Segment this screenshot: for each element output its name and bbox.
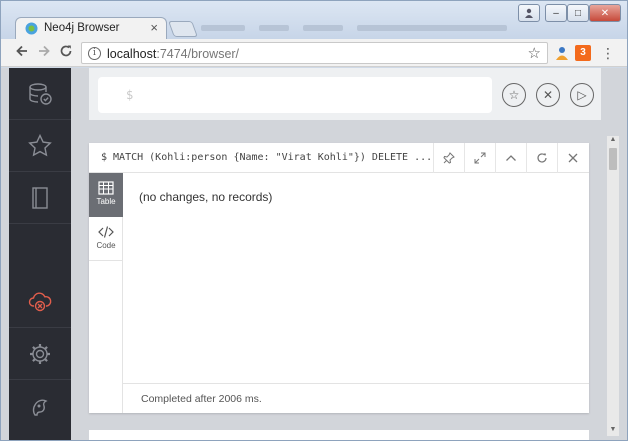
browser-window: Neo4j Browser × – □ ✕ i localhost:7474/b… xyxy=(0,0,628,441)
chevron-up-icon xyxy=(506,155,516,161)
extension-person-icon[interactable] xyxy=(554,45,570,61)
neo4j-app: $ ☆ ✕ ▷ $ MATCH (Kohli:person {Name: "Vi… xyxy=(1,68,627,440)
maximize-button[interactable]: □ xyxy=(567,4,589,22)
close-window-button[interactable]: ✕ xyxy=(589,4,621,22)
minimize-button[interactable]: – xyxy=(545,4,567,22)
sidebar-item-connection[interactable] xyxy=(9,276,71,328)
bookmark-star-icon[interactable]: ☆ xyxy=(528,44,541,62)
tab-code-label: Code xyxy=(96,241,116,250)
arrow-right-icon xyxy=(39,45,50,57)
url-host: localhost xyxy=(107,47,157,61)
address-bar[interactable]: i localhost:7474/browser/ ☆ xyxy=(81,42,548,64)
clear-editor-button[interactable]: ✕ xyxy=(536,83,560,107)
documents-book-icon xyxy=(32,186,48,209)
frame-status-bar: Completed after 2006 ms. xyxy=(123,383,589,413)
run-query-button[interactable]: ▷ xyxy=(570,83,594,107)
next-frame-edge xyxy=(89,430,589,440)
scroll-down-arrow-icon[interactable]: ▼ xyxy=(607,426,619,436)
url-text: localhost:7474/browser/ xyxy=(107,47,239,61)
expand-icon xyxy=(474,152,486,164)
result-message: (no changes, no records) xyxy=(139,190,273,204)
pin-icon xyxy=(443,152,455,164)
blurred-background-tabs xyxy=(201,23,531,33)
stream-scrollbar[interactable]: ▲ ▼ xyxy=(607,136,619,436)
favorite-query-button[interactable]: ☆ xyxy=(502,83,526,107)
pin-frame-button[interactable] xyxy=(433,143,464,173)
sidebar-item-database[interactable] xyxy=(9,68,71,120)
back-button[interactable] xyxy=(13,44,31,62)
about-neo4j-icon xyxy=(32,399,48,416)
sidebar-item-favorites[interactable] xyxy=(9,120,71,172)
sidebar-item-settings[interactable] xyxy=(9,328,71,380)
code-icon xyxy=(98,226,114,238)
new-tab-button[interactable] xyxy=(168,21,198,37)
tab-code[interactable]: Code xyxy=(89,217,123,261)
rerun-frame-button[interactable] xyxy=(526,143,557,173)
arrow-left-icon xyxy=(16,45,27,57)
address-toolbar: i localhost:7474/browser/ ☆ 3 ⋮ xyxy=(1,39,627,67)
query-editor-bar: $ ☆ ✕ ▷ xyxy=(89,68,601,120)
browser-menu-icon[interactable]: ⋮ xyxy=(601,44,615,62)
fullscreen-frame-button[interactable] xyxy=(464,143,495,173)
reload-icon xyxy=(60,45,72,57)
user-icon xyxy=(525,8,533,18)
frame-query-text[interactable]: $ MATCH (Kohli:person {Name: "Virat Kohl… xyxy=(101,152,435,163)
database-icon xyxy=(29,82,52,105)
site-info-icon[interactable]: i xyxy=(88,47,101,60)
title-bar: Neo4j Browser × – □ ✕ xyxy=(1,1,627,39)
table-icon xyxy=(98,181,114,195)
forward-button[interactable] xyxy=(35,44,53,62)
cloud-disconnected-icon xyxy=(28,291,52,311)
result-frame: $ MATCH (Kohli:person {Name: "Virat Kohl… xyxy=(89,143,589,413)
settings-gear-icon xyxy=(30,343,50,364)
sidebar-item-documents[interactable] xyxy=(9,172,71,224)
tab-table-label: Table xyxy=(96,197,116,206)
url-path: :7474/browser/ xyxy=(156,47,240,61)
tab-close-icon[interactable]: × xyxy=(150,20,158,35)
editor-prompt: $ xyxy=(126,88,134,102)
user-profile-button[interactable] xyxy=(518,4,540,22)
close-frame-button[interactable] xyxy=(557,143,588,173)
sidebar-item-about[interactable] xyxy=(9,380,71,432)
tab-table[interactable]: Table xyxy=(89,173,123,217)
scroll-up-arrow-icon[interactable]: ▲ xyxy=(607,136,619,146)
browser-tab[interactable]: Neo4j Browser × xyxy=(15,17,167,39)
extension-orange-icon[interactable]: 3 xyxy=(575,45,591,61)
collapse-frame-button[interactable] xyxy=(495,143,526,173)
reload-button[interactable] xyxy=(57,44,75,62)
sidebar xyxy=(9,68,71,440)
close-icon xyxy=(568,153,578,163)
frame-view-tabs: Table Code xyxy=(89,173,123,413)
tab-title: Neo4j Browser xyxy=(44,22,120,34)
scrollbar-thumb[interactable] xyxy=(609,148,617,170)
status-message: Completed after 2006 ms. xyxy=(141,393,262,405)
frame-header: $ MATCH (Kohli:person {Name: "Virat Kohl… xyxy=(89,143,589,173)
favorites-star-icon xyxy=(28,133,52,156)
refresh-icon xyxy=(537,153,547,163)
neo4j-favicon-icon xyxy=(25,22,38,35)
query-editor-input[interactable]: $ xyxy=(98,77,492,113)
